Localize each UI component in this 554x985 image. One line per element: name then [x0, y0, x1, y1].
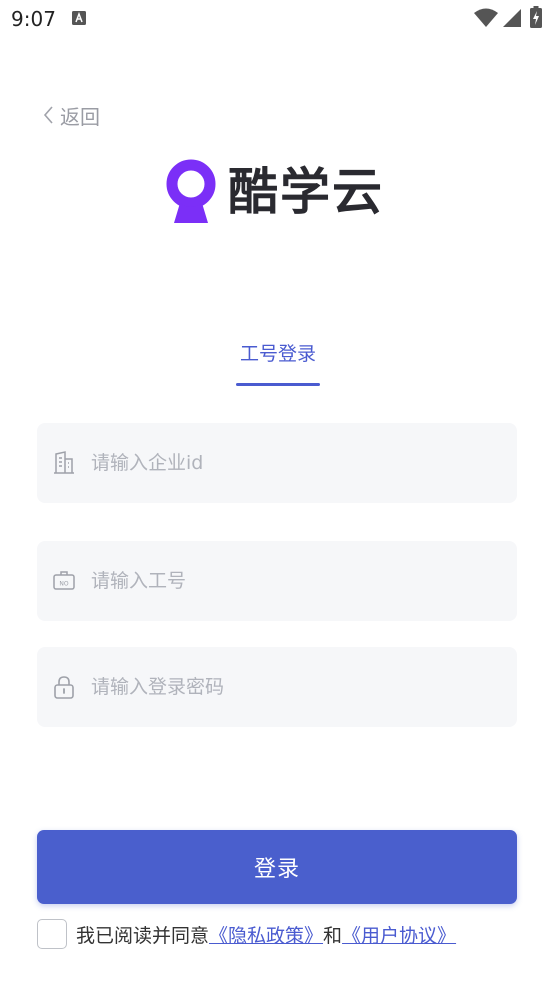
agreement-joiner: 和 [323, 924, 343, 947]
signal-icon [503, 9, 521, 27]
app-logo: 酷学云 [166, 159, 384, 225]
employee-no-input[interactable] [91, 561, 503, 601]
login-screen: 9:07 返回 酷学云 工号登录 请输入企业id NO 请输入工号 登录 我已阅… [0, 0, 554, 985]
company-id-field [37, 423, 517, 503]
lock-icon [54, 676, 74, 699]
tab-active-indicator [236, 383, 320, 386]
agree-checkbox[interactable] [37, 919, 67, 949]
back-button[interactable]: 返回 [42, 101, 100, 129]
wifi-icon [474, 8, 498, 27]
tab-label: 工号登录 [239, 343, 316, 365]
tab-employee-login[interactable]: 工号登录 [236, 340, 320, 386]
agreement-row: 我已阅读并同意 《隐私政策》 和 《用户协议》 [37, 918, 456, 950]
chevron-left-icon [43, 106, 53, 124]
notification-a-icon [72, 11, 86, 25]
building-icon [54, 451, 74, 474]
battery-charging-icon [530, 6, 542, 28]
agreement-text: 我已阅读并同意 [76, 924, 210, 947]
company-id-input[interactable] [91, 443, 503, 483]
employee-no-field: NO [37, 541, 517, 621]
badge-icon: NO [53, 571, 75, 590]
status-time: 9:07 [11, 7, 56, 31]
login-button[interactable]: 登录 [37, 830, 517, 904]
back-label: 返回 [60, 104, 100, 129]
privacy-policy-link[interactable]: 《隐私政策》 [209, 921, 323, 948]
user-agreement-link[interactable]: 《用户协议》 [342, 921, 456, 948]
password-field [37, 647, 517, 727]
brand-name: 酷学云 [228, 163, 384, 221]
logo-mark-icon [166, 159, 216, 223]
svg-text:NO: NO [59, 581, 68, 588]
status-bar: 9:07 [0, 0, 554, 40]
password-input[interactable] [91, 667, 503, 707]
